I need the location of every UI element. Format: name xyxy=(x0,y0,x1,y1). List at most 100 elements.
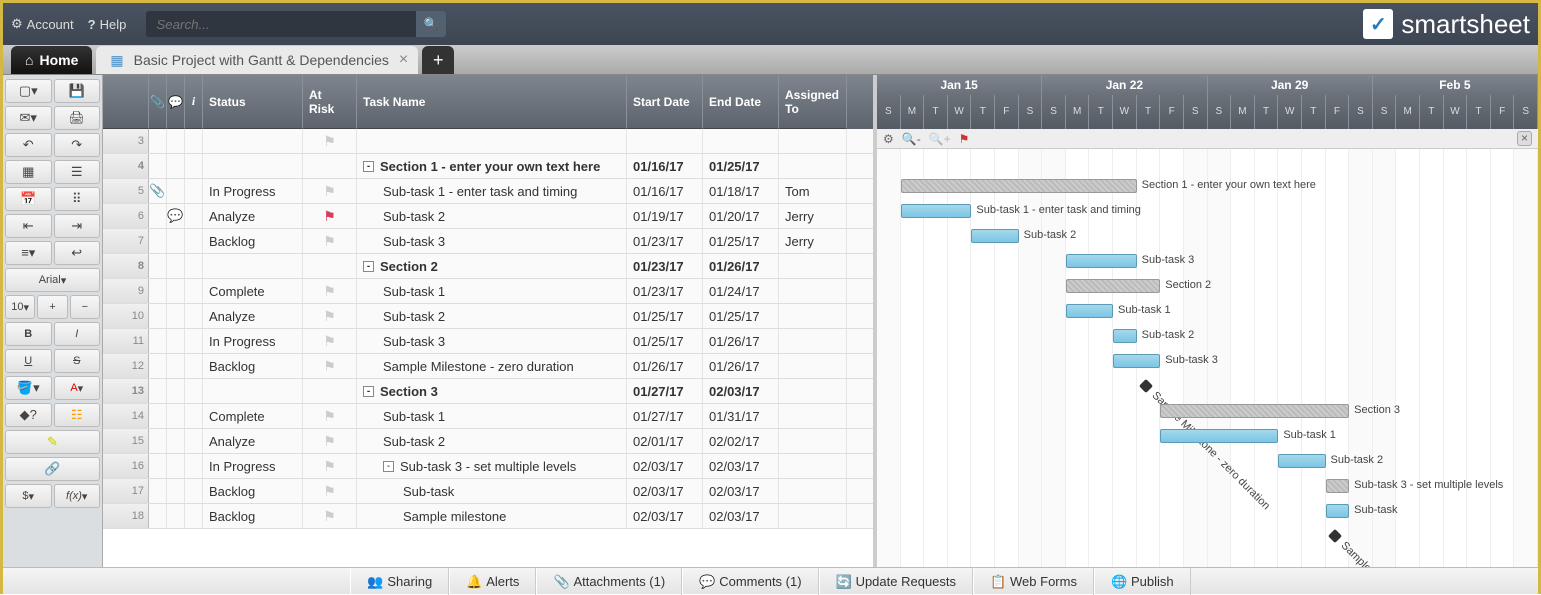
cell-attach[interactable] xyxy=(149,329,167,353)
expand-icon[interactable]: - xyxy=(363,161,374,172)
row-number[interactable]: 3 xyxy=(103,129,149,153)
gantt-row[interactable]: Section 2 xyxy=(877,274,1538,299)
cell-startdate[interactable]: 02/01/17 xyxy=(627,429,703,453)
cell-status[interactable]: In Progress xyxy=(203,454,303,478)
fx-button[interactable]: f(x)▾ xyxy=(54,484,101,508)
cell-startdate[interactable]: 02/03/17 xyxy=(627,479,703,503)
tool-redo[interactable]: ↷ xyxy=(54,133,101,157)
cell-comment[interactable] xyxy=(167,304,185,328)
currency-button[interactable]: $▾ xyxy=(5,484,52,508)
cell-comment[interactable] xyxy=(167,179,185,203)
gantt-row[interactable]: Sub-task 1 xyxy=(877,424,1538,449)
row-number[interactable]: 6 xyxy=(103,204,149,228)
cell-info[interactable] xyxy=(185,179,203,203)
row-number[interactable]: 13 xyxy=(103,379,149,403)
attachments-button[interactable]: 📎Attachments (1) xyxy=(536,568,682,595)
help-menu[interactable]: Help xyxy=(88,17,127,32)
tool-outdent[interactable]: ⇤ xyxy=(5,214,52,238)
gantt-row[interactable]: Section 1 - enter your own text here xyxy=(877,174,1538,199)
grid-row[interactable]: 17Backlog⚑Sub-task02/03/1702/03/17 xyxy=(103,479,873,504)
cell-startdate[interactable]: 01/23/17 xyxy=(627,279,703,303)
cell-taskname[interactable]: Sub-task 1 xyxy=(357,404,627,428)
cell-enddate[interactable]: 01/26/17 xyxy=(703,329,779,353)
gantt-row[interactable]: Sub-task 2 xyxy=(877,449,1538,474)
gantt-bar[interactable]: Sub-task 3 xyxy=(1113,354,1160,368)
cell-attach[interactable] xyxy=(149,479,167,503)
fontsize-select[interactable]: 10 ▾ xyxy=(5,295,35,319)
tool-indent[interactable]: ⇥ xyxy=(54,214,101,238)
cell-taskname[interactable]: -Section 1 - enter your own text here xyxy=(357,154,627,178)
cell-comment[interactable] xyxy=(167,229,185,253)
cell-info[interactable] xyxy=(185,429,203,453)
cell-enddate[interactable]: 01/18/17 xyxy=(703,179,779,203)
row-number[interactable]: 16 xyxy=(103,454,149,478)
col-rownum[interactable] xyxy=(103,75,149,129)
cell-atrisk[interactable] xyxy=(303,254,357,278)
fillcolor-button[interactable]: 🪣▾ xyxy=(5,376,52,400)
cell-status[interactable]: Backlog xyxy=(203,229,303,253)
cell-info[interactable] xyxy=(185,154,203,178)
col-taskname[interactable]: Task Name xyxy=(357,75,627,129)
alerts-button[interactable]: 🔔Alerts xyxy=(449,568,536,595)
cell-info[interactable] xyxy=(185,304,203,328)
add-tab-button[interactable]: + xyxy=(422,46,454,74)
cell-atrisk[interactable]: ⚑ xyxy=(303,229,357,253)
italic-button[interactable]: I xyxy=(54,322,101,346)
cell-atrisk[interactable]: ⚑ xyxy=(303,279,357,303)
cell-taskname[interactable]: -Section 2 xyxy=(357,254,627,278)
cell-status[interactable] xyxy=(203,379,303,403)
gantt-bar[interactable]: Sub-task 1 xyxy=(1066,304,1113,318)
cell-enddate[interactable]: 01/25/17 xyxy=(703,154,779,178)
cell-comment[interactable] xyxy=(167,354,185,378)
cell-taskname[interactable]: Sample milestone xyxy=(357,504,627,528)
cell-taskname[interactable]: Sample Milestone - zero duration xyxy=(357,354,627,378)
tool-gridview[interactable]: ▦ xyxy=(5,160,52,184)
cell-taskname[interactable]: Sub-task 2 xyxy=(357,204,627,228)
cell-attach[interactable] xyxy=(149,129,167,153)
cell-startdate[interactable]: 01/19/17 xyxy=(627,204,703,228)
grid-row[interactable]: 7Backlog⚑Sub-task 301/23/1701/25/17Jerry xyxy=(103,229,873,254)
grid-row[interactable]: 8-Section 201/23/1701/26/17 xyxy=(103,254,873,279)
cell-assigned[interactable] xyxy=(779,254,847,278)
highlight-button[interactable]: ✎ xyxy=(5,430,100,454)
grid-row[interactable]: 16In Progress⚑-Sub-task 3 - set multiple… xyxy=(103,454,873,479)
gantt-bar[interactable]: Section 2 xyxy=(1066,279,1160,293)
cell-assigned[interactable] xyxy=(779,454,847,478)
cell-taskname[interactable]: Sub-task 1 xyxy=(357,279,627,303)
cell-startdate[interactable]: 01/26/17 xyxy=(627,354,703,378)
cell-enddate[interactable] xyxy=(703,129,779,153)
comments-button[interactable]: 💬Comments (1) xyxy=(682,568,818,595)
updaterequests-button[interactable]: 🔄Update Requests xyxy=(819,568,973,595)
cell-enddate[interactable]: 01/24/17 xyxy=(703,279,779,303)
grid-row[interactable]: 5📎In Progress⚑Sub-task 1 - enter task an… xyxy=(103,179,873,204)
cell-attach[interactable] xyxy=(149,229,167,253)
cell-taskname[interactable]: -Section 3 xyxy=(357,379,627,403)
tool-wrap[interactable]: ↩ xyxy=(54,241,101,265)
cell-atrisk[interactable] xyxy=(303,379,357,403)
cell-status[interactable]: Backlog xyxy=(203,354,303,378)
cell-info[interactable] xyxy=(185,454,203,478)
cell-comment[interactable] xyxy=(167,504,185,528)
fontsize-inc[interactable]: + xyxy=(37,295,67,319)
sharing-button[interactable]: 👥Sharing xyxy=(350,568,449,595)
cell-atrisk[interactable]: ⚑ xyxy=(303,179,357,203)
cell-assigned[interactable] xyxy=(779,504,847,528)
cell-atrisk[interactable]: ⚑ xyxy=(303,204,357,228)
cell-atrisk[interactable]: ⚑ xyxy=(303,454,357,478)
cell-assigned[interactable] xyxy=(779,354,847,378)
cell-status[interactable]: Backlog xyxy=(203,504,303,528)
cell-taskname[interactable]: Sub-task 2 xyxy=(357,429,627,453)
row-number[interactable]: 15 xyxy=(103,429,149,453)
cell-assigned[interactable] xyxy=(779,154,847,178)
gantt-row[interactable]: Sub-task 3 xyxy=(877,349,1538,374)
gantt-today-icon[interactable]: ⚑ xyxy=(959,132,970,146)
cell-startdate[interactable]: 02/03/17 xyxy=(627,504,703,528)
expand-icon[interactable]: - xyxy=(363,261,374,272)
grid-row[interactable]: 15Analyze⚑Sub-task 202/01/1702/02/17 xyxy=(103,429,873,454)
account-menu[interactable]: Account xyxy=(11,16,74,32)
row-number[interactable]: 10 xyxy=(103,304,149,328)
cell-attach[interactable] xyxy=(149,504,167,528)
gantt-bar[interactable]: Sample Milestone - zero duration xyxy=(1139,379,1153,393)
cell-assigned[interactable]: Jerry xyxy=(779,229,847,253)
cell-enddate[interactable]: 01/25/17 xyxy=(703,229,779,253)
